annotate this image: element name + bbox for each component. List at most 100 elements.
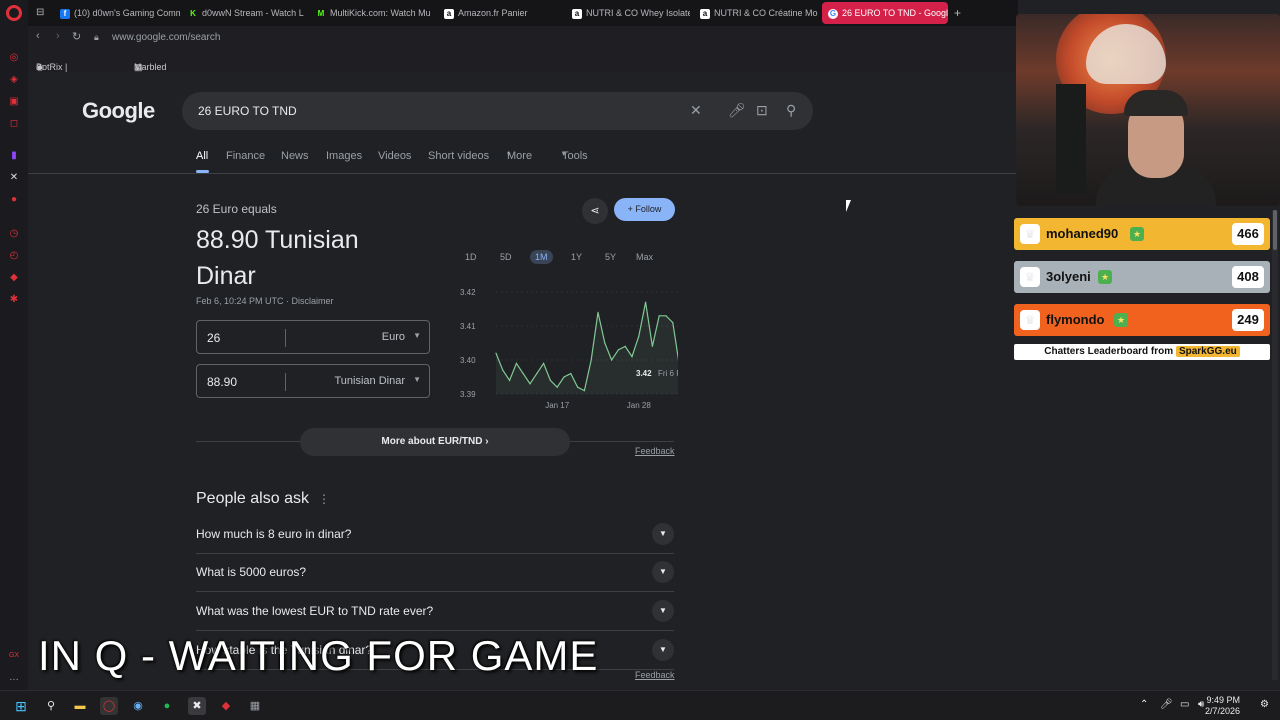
exchange-rate-chart[interactable]: 3.42 3.41 3.40 3.39 Jan 17 Jan 28 3.42 Fri 6 Fe… bbox=[438, 282, 678, 414]
feedback-link[interactable]: Feedback bbox=[635, 446, 675, 456]
crown-icon: ♛ bbox=[1020, 310, 1040, 330]
x-tick-label: Jan 17 bbox=[545, 401, 570, 410]
calculator-icon[interactable]: ▦ bbox=[246, 697, 264, 715]
y-tick-label: 3.42 bbox=[460, 288, 476, 297]
multikick-icon: M bbox=[317, 8, 325, 18]
data-point bbox=[577, 386, 579, 388]
search-icon[interactable]: ⚲ bbox=[786, 102, 796, 119]
spotify-icon[interactable]: ● bbox=[158, 697, 176, 715]
more-icon[interactable]: … bbox=[8, 672, 20, 684]
leaderboard-score: 466 bbox=[1232, 223, 1264, 245]
share-button[interactable]: ⋖ bbox=[582, 198, 608, 224]
tab-menu-icon[interactable]: ⊟ bbox=[36, 2, 50, 24]
vivaldi-icon[interactable]: ◆ bbox=[217, 697, 235, 715]
range-1d[interactable]: 1D bbox=[465, 252, 477, 262]
clock-icon[interactable]: ◴ bbox=[8, 250, 20, 262]
google-logo[interactable]: Google bbox=[82, 98, 155, 124]
instagram-icon[interactable]: ◻ bbox=[8, 118, 20, 130]
app-icon[interactable]: ◉ bbox=[129, 697, 147, 715]
reload-icon[interactable]: ↻ bbox=[72, 30, 81, 43]
tab-multikick[interactable]: M MultiKick.com: Watch Mu bbox=[316, 2, 432, 24]
settings-icon[interactable]: ✱ bbox=[8, 294, 20, 306]
tab-videos[interactable]: Videos bbox=[378, 150, 411, 162]
tab-whey[interactable]: a NUTRI & CO Whey Isolate bbox=[572, 2, 690, 24]
search-input[interactable]: 26 EURO TO TND bbox=[198, 104, 297, 118]
screen: ◎ ◈ ▣ ◻ ▮ ✕ ● ◷ ◴ ◆ ✱ GX … ⊟ f (10) d0wn'… bbox=[0, 0, 1280, 720]
new-tab-button[interactable]: + bbox=[954, 2, 966, 24]
url-field[interactable]: www.google.com/search bbox=[112, 32, 220, 43]
range-1y[interactable]: 1Y bbox=[571, 252, 582, 262]
paa-question[interactable]: What is 5000 euros? ▼ bbox=[196, 554, 674, 592]
chevron-down-icon[interactable]: ▼ bbox=[652, 523, 674, 545]
paa-question[interactable]: What was the lowest EUR to TND rate ever… bbox=[196, 593, 674, 631]
data-point bbox=[631, 356, 633, 358]
gx-icon[interactable]: GX bbox=[8, 650, 20, 662]
from-currency-select[interactable]: Euro bbox=[382, 331, 405, 343]
range-5d[interactable]: 5D bbox=[500, 252, 512, 262]
bookmarks-icon[interactable]: ◆ bbox=[8, 272, 20, 284]
tab-facebook[interactable]: f (10) d0wn's Gaming Comm bbox=[60, 2, 180, 24]
leaderboard-name: flymondo bbox=[1046, 312, 1105, 327]
search-box[interactable]: 26 EURO TO TND ✕ 🎤︎ ⊡ ⚲ bbox=[182, 92, 813, 130]
chevron-down-icon[interactable]: ▼ bbox=[652, 600, 674, 622]
x-icon[interactable]: ✕ bbox=[8, 172, 20, 184]
to-amount-input[interactable]: 88.90 bbox=[207, 375, 237, 389]
shopping-icon[interactable]: ◈ bbox=[8, 74, 20, 86]
tab-news[interactable]: News bbox=[281, 150, 309, 162]
opera-gx-icon[interactable]: ◯ bbox=[100, 697, 118, 715]
chevron-down-icon[interactable]: ▼ bbox=[652, 639, 674, 661]
to-currency-field[interactable]: 88.90 Tunisian Dinar ▼ bbox=[196, 364, 430, 398]
scrollbar-thumb[interactable] bbox=[1273, 210, 1277, 250]
volume-icon[interactable]: 🔊︎ bbox=[1198, 699, 1204, 710]
bookmarks-bar: ◉ BotRix | Giveaways ▦ Marbled Dashboar.… bbox=[28, 50, 1018, 82]
from-amount-input[interactable]: 26 bbox=[207, 331, 220, 345]
aria-icon[interactable]: ◎ bbox=[8, 52, 20, 64]
range-1m[interactable]: 1M bbox=[530, 250, 553, 264]
opera-logo-icon[interactable] bbox=[6, 5, 22, 21]
to-currency-select[interactable]: Tunisian Dinar bbox=[334, 375, 405, 387]
tab-short-videos[interactable]: Short videos bbox=[428, 150, 489, 162]
tab-label: MultiKick.com: Watch Mu bbox=[330, 8, 431, 18]
caret-down-icon: ▾ bbox=[507, 151, 511, 158]
twitch-icon[interactable]: ▮ bbox=[8, 150, 20, 162]
tab-all[interactable]: All bbox=[196, 150, 208, 162]
back-icon[interactable]: ‹ bbox=[36, 30, 40, 42]
data-point bbox=[645, 301, 647, 303]
sparkgg-brand: SparkGG.eu bbox=[1175, 346, 1240, 357]
tab-amazon-cart[interactable]: a Amazon.fr Panier bbox=[444, 2, 564, 24]
tab-creatine[interactable]: a NUTRI & CO Créatine Mo bbox=[700, 2, 818, 24]
lens-icon[interactable]: ⊡ bbox=[756, 102, 768, 119]
more-options-icon[interactable]: ⋮ bbox=[318, 492, 330, 506]
range-5y[interactable]: 5Y bbox=[605, 252, 616, 262]
more-about-button[interactable]: More about EUR/TND › bbox=[300, 428, 570, 456]
chevron-down-icon[interactable]: ▼ bbox=[652, 561, 674, 583]
clear-icon[interactable]: ✕ bbox=[690, 102, 702, 119]
paa-question[interactable]: How much is 8 euro in dinar? ▼ bbox=[196, 516, 674, 554]
search-icon[interactable]: ⚲ bbox=[42, 697, 60, 715]
microphone-icon[interactable]: 🎤︎ bbox=[1160, 699, 1173, 710]
tab-google-active[interactable]: G 26 EURO TO TND - Googl bbox=[822, 2, 948, 24]
file-explorer-icon[interactable]: ▬ bbox=[71, 697, 89, 715]
system-clock[interactable]: 9:49 PM 2/7/2026 bbox=[1205, 695, 1240, 717]
data-point bbox=[522, 373, 524, 375]
follow-button[interactable]: + Follow bbox=[614, 198, 675, 221]
disclaimer-link[interactable]: Disclaimer bbox=[292, 296, 334, 306]
discord-icon[interactable]: ● bbox=[8, 194, 20, 206]
chevron-up-icon[interactable]: ⌃ bbox=[1140, 699, 1148, 710]
data-point bbox=[624, 345, 626, 347]
terminal-icon[interactable]: ✖ bbox=[188, 697, 206, 715]
display-icon[interactable]: ▭ bbox=[1180, 699, 1189, 710]
messenger-icon[interactable]: ▣ bbox=[8, 96, 20, 108]
forward-icon[interactable]: › bbox=[56, 30, 60, 42]
microphone-icon[interactable]: 🎤︎ bbox=[728, 102, 746, 119]
range-max[interactable]: Max bbox=[636, 252, 653, 262]
tab-kick-stream[interactable]: Kd0wwN Stream - Watch L bbox=[188, 2, 304, 24]
tab-finance[interactable]: Finance bbox=[226, 150, 265, 162]
from-currency-field[interactable]: 26 Euro ▼ bbox=[196, 320, 430, 354]
history-icon[interactable]: ◷ bbox=[8, 228, 20, 240]
windows-start-icon[interactable]: ⊞ bbox=[12, 697, 30, 715]
scrollbar[interactable] bbox=[1272, 210, 1278, 680]
tab-images[interactable]: Images bbox=[326, 150, 362, 162]
notifications-icon[interactable]: ⚙ bbox=[1260, 699, 1269, 710]
feedback-link[interactable]: Feedback bbox=[635, 670, 675, 680]
